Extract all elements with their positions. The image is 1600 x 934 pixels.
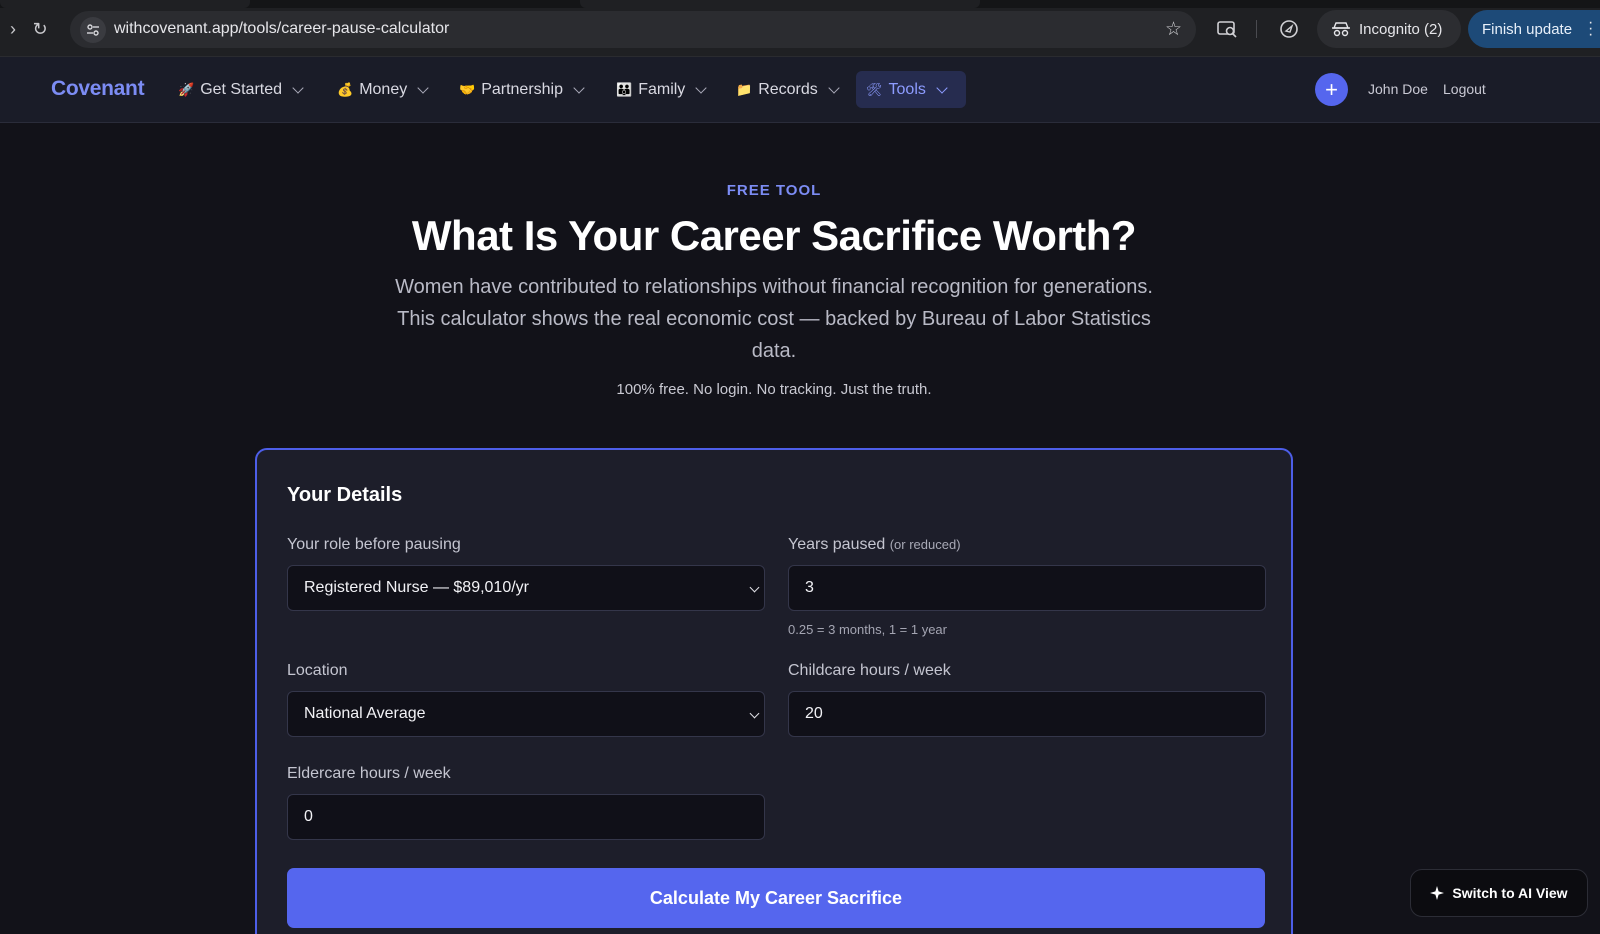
role-select[interactable]: Registered Nurse — $89,010/yr bbox=[287, 565, 765, 611]
sparkle-icon bbox=[1430, 886, 1445, 900]
incognito-badge[interactable]: Incognito (2) bbox=[1317, 10, 1461, 48]
chevron-down-icon bbox=[749, 708, 760, 719]
finish-update-label: Finish update bbox=[1482, 20, 1573, 38]
nav-label: Money bbox=[359, 80, 408, 98]
handshake-icon: 🤝 bbox=[459, 81, 476, 97]
browser-menu-icon[interactable]: · · · bbox=[1588, 15, 1593, 43]
eldercare-value: 0 bbox=[304, 808, 313, 825]
incognito-icon bbox=[1332, 22, 1350, 37]
childcare-value: 20 bbox=[805, 705, 823, 722]
nav-partnership[interactable]: 🤝 Partnership bbox=[449, 71, 593, 108]
folder-icon: 📁 bbox=[736, 81, 753, 97]
finish-update-button[interactable]: Finish update bbox=[1468, 10, 1600, 48]
card-title: Your Details bbox=[287, 484, 403, 506]
chevron-down-icon bbox=[695, 81, 707, 94]
extension-icon[interactable] bbox=[1278, 18, 1300, 40]
browser-toolbar: › ↻ withcovenant.app/tools/career-pause-… bbox=[0, 0, 1600, 57]
years-sublabel: (or reduced) bbox=[889, 537, 961, 552]
childcare-label-text: Childcare hours / week bbox=[788, 662, 951, 679]
nav-family[interactable]: 👪 Family bbox=[606, 71, 715, 108]
years-value: 3 bbox=[805, 579, 814, 596]
nav-label: Get Started bbox=[200, 80, 283, 98]
chevron-down-icon bbox=[828, 81, 840, 94]
years-label: Years paused (or reduced) bbox=[788, 536, 961, 554]
childcare-label: Childcare hours / week bbox=[788, 662, 951, 680]
years-label-text: Years paused bbox=[788, 536, 886, 553]
childcare-input[interactable]: 20 bbox=[788, 691, 1266, 737]
ai-view-label: Switch to AI View bbox=[1452, 885, 1568, 901]
details-card: Your Details Your role before pausing Re… bbox=[255, 448, 1293, 934]
location-label: Location bbox=[287, 662, 348, 680]
app-header: Covenant 🚀 Get Started 💰 Money 🤝 Partner… bbox=[0, 57, 1600, 123]
role-value: Registered Nurse — $89,010/yr bbox=[304, 579, 529, 596]
rocket-icon: 🚀 bbox=[178, 81, 195, 97]
eldercare-label: Eldercare hours / week bbox=[287, 765, 451, 783]
plus-button[interactable]: + bbox=[1315, 73, 1348, 106]
reload-icon[interactable]: ↻ bbox=[27, 16, 53, 42]
nav-get-started[interactable]: 🚀 Get Started bbox=[168, 71, 312, 108]
chevron-down-icon bbox=[749, 582, 760, 593]
nav-label: Records bbox=[758, 80, 818, 98]
family-icon: 👪 bbox=[616, 81, 633, 97]
nav-money[interactable]: 💰 Money bbox=[327, 71, 437, 108]
lens-search-icon[interactable] bbox=[1216, 18, 1238, 40]
page-title: What Is Your Career Sacrifice Worth? bbox=[411, 212, 1137, 259]
location-label-text: Location bbox=[287, 662, 348, 679]
incognito-label: Incognito (2) bbox=[1359, 20, 1443, 38]
chevron-down-icon bbox=[292, 81, 304, 94]
toolbar-divider bbox=[1256, 20, 1257, 38]
role-label: Your role before pausing bbox=[287, 536, 461, 554]
chevron-down-icon bbox=[936, 81, 948, 94]
nav-tools[interactable]: 🛠 Tools bbox=[856, 71, 966, 108]
years-input[interactable]: 3 bbox=[788, 565, 1266, 611]
free-note: 100% free. No login. No tracking. Just t… bbox=[616, 381, 932, 398]
money-bag-icon: 💰 bbox=[337, 81, 354, 97]
logout-link[interactable]: Logout bbox=[1443, 81, 1486, 97]
years-hint: 0.25 = 3 months, 1 = 1 year bbox=[788, 622, 947, 637]
nav-records[interactable]: 📁 Records bbox=[726, 71, 848, 108]
tools-icon: 🛠 bbox=[866, 81, 883, 97]
user-name[interactable]: John Doe bbox=[1368, 81, 1428, 97]
location-select[interactable]: National Average bbox=[287, 691, 765, 737]
location-value: National Average bbox=[304, 705, 426, 722]
calculate-button[interactable]: Calculate My Career Sacrifice bbox=[287, 868, 1265, 928]
tab-strip bbox=[0, 0, 1600, 8]
address-bar[interactable]: withcovenant.app/tools/career-pause-calc… bbox=[70, 11, 1196, 48]
site-settings-icon[interactable] bbox=[80, 17, 106, 43]
role-label-text: Your role before pausing bbox=[287, 536, 461, 553]
covenant-logo[interactable]: Covenant bbox=[51, 77, 145, 101]
chevron-down-icon bbox=[573, 81, 585, 94]
back-icon[interactable]: › bbox=[0, 16, 26, 42]
url-text: withcovenant.app/tools/career-pause-calc… bbox=[114, 20, 450, 37]
nav-label: Partnership bbox=[481, 80, 564, 98]
tab-edge bbox=[580, 0, 980, 8]
eyebrow-label: FREE TOOL bbox=[726, 182, 822, 199]
eldercare-label-text: Eldercare hours / week bbox=[287, 765, 451, 782]
tab-edge bbox=[0, 0, 250, 8]
page-description: Women have contributed to relationships … bbox=[395, 276, 1153, 362]
bookmark-star-icon[interactable]: ☆ bbox=[1165, 18, 1182, 41]
switch-ai-view-button[interactable]: Switch to AI View bbox=[1410, 869, 1588, 917]
nav-label: Tools bbox=[888, 80, 926, 98]
nav-label: Family bbox=[638, 80, 686, 98]
chevron-down-icon bbox=[417, 81, 429, 94]
eldercare-input[interactable]: 0 bbox=[287, 794, 765, 840]
